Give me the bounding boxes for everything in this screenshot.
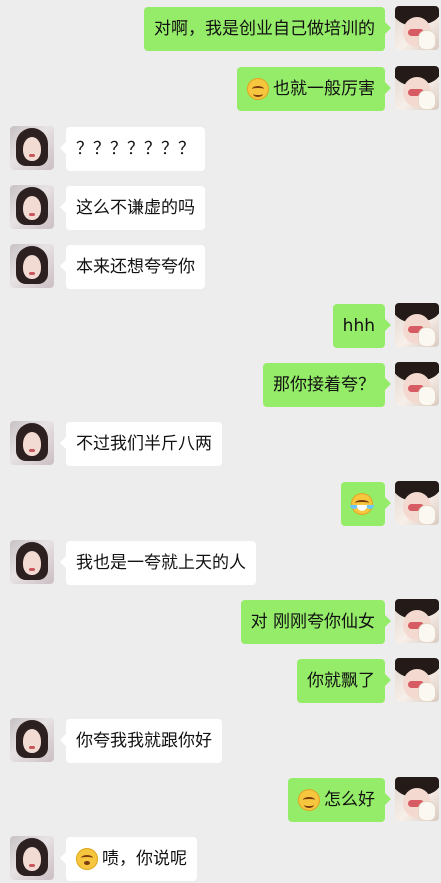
message-received: 这么不谦虚的吗 <box>0 185 441 231</box>
message-received: ？？？？？？？ <box>0 126 441 172</box>
message-text: 怎么好 <box>324 789 375 810</box>
sent-message-bubble[interactable]: 对 刚刚夸你仙女 <box>240 600 392 644</box>
message-text: 本来还想夸夸你 <box>76 256 195 277</box>
received-message-bubble[interactable]: 你夸我我就跟你好 <box>60 719 222 763</box>
me-avatar[interactable] <box>395 6 439 50</box>
received-message-bubble[interactable]: 啧，你说呢 <box>60 837 197 881</box>
message-sent: hhh <box>0 303 441 349</box>
message-text: ？？？？？？？ <box>76 138 195 159</box>
contact-avatar[interactable] <box>10 421 54 465</box>
received-message-bubble[interactable]: 这么不谦虚的吗 <box>60 186 205 230</box>
laughing-emoji-icon <box>351 493 373 515</box>
shy-emoji-icon <box>76 848 98 870</box>
contact-avatar[interactable] <box>10 540 54 584</box>
message-text: 啧，你说呢 <box>102 848 187 869</box>
message-text: 这么不谦虚的吗 <box>76 197 195 218</box>
sent-message-bubble[interactable]: 怎么好 <box>288 778 391 822</box>
message-sent: 对啊，我是创业自己做培训的 <box>0 6 441 52</box>
message-received: 啧，你说呢 <box>0 836 441 882</box>
message-text: 我也是一夸就上天的人 <box>76 552 246 573</box>
message-text: 也就一般厉害 <box>273 78 375 99</box>
message-sent: 怎么好 <box>0 777 441 823</box>
chat-thread: 对啊，我是创业自己做培训的 也就一般厉害 ？？？？？？？ 这么不谦虚的吗 本来还… <box>0 0 441 883</box>
me-avatar[interactable] <box>395 362 439 406</box>
message-received: 不过我们半斤八两 <box>0 421 441 467</box>
smile-emoji-icon <box>247 78 269 100</box>
contact-avatar[interactable] <box>10 836 54 880</box>
message-sent: 对 刚刚夸你仙女 <box>0 599 441 645</box>
contact-avatar[interactable] <box>10 185 54 229</box>
message-text: 不过我们半斤八两 <box>76 433 212 454</box>
message-text: 对啊，我是创业自己做培训的 <box>154 18 375 39</box>
message-text: 你就飘了 <box>307 670 375 691</box>
me-avatar[interactable] <box>395 777 439 821</box>
me-avatar[interactable] <box>395 481 439 525</box>
message-received: 你夸我我就跟你好 <box>0 718 441 764</box>
message-sent <box>0 481 441 527</box>
sent-message-bubble[interactable]: 也就一般厉害 <box>237 67 391 111</box>
message-text: 你夸我我就跟你好 <box>76 730 212 751</box>
message-text: 对 刚刚夸你仙女 <box>250 611 375 632</box>
received-message-bubble[interactable]: 本来还想夸夸你 <box>60 245 205 289</box>
message-text: hhh <box>342 315 375 336</box>
received-message-bubble[interactable]: 不过我们半斤八两 <box>60 422 222 466</box>
me-avatar[interactable] <box>395 599 439 643</box>
contact-avatar[interactable] <box>10 718 54 762</box>
message-sent: 你就飘了 <box>0 658 441 704</box>
contact-avatar[interactable] <box>10 244 54 288</box>
message-sent: 那你接着夸？ <box>0 362 441 408</box>
sent-message-bubble[interactable]: 那你接着夸？ <box>263 363 391 407</box>
me-avatar[interactable] <box>395 66 439 110</box>
contact-avatar[interactable] <box>10 126 54 170</box>
sent-message-bubble[interactable]: 你就飘了 <box>297 659 391 703</box>
received-message-bubble[interactable]: 我也是一夸就上天的人 <box>60 541 256 585</box>
smile-emoji-icon <box>298 789 320 811</box>
sent-message-bubble[interactable] <box>341 482 391 526</box>
message-text: 那你接着夸？ <box>273 374 375 395</box>
sent-message-bubble[interactable]: 对啊，我是创业自己做培训的 <box>144 7 391 51</box>
message-received: 本来还想夸夸你 <box>0 244 441 290</box>
sent-message-bubble[interactable]: hhh <box>332 304 392 348</box>
me-avatar[interactable] <box>395 658 439 702</box>
me-avatar[interactable] <box>395 303 439 347</box>
message-sent: 也就一般厉害 <box>0 66 441 112</box>
received-message-bubble[interactable]: ？？？？？？？ <box>60 127 205 171</box>
message-received: 我也是一夸就上天的人 <box>0 540 441 586</box>
